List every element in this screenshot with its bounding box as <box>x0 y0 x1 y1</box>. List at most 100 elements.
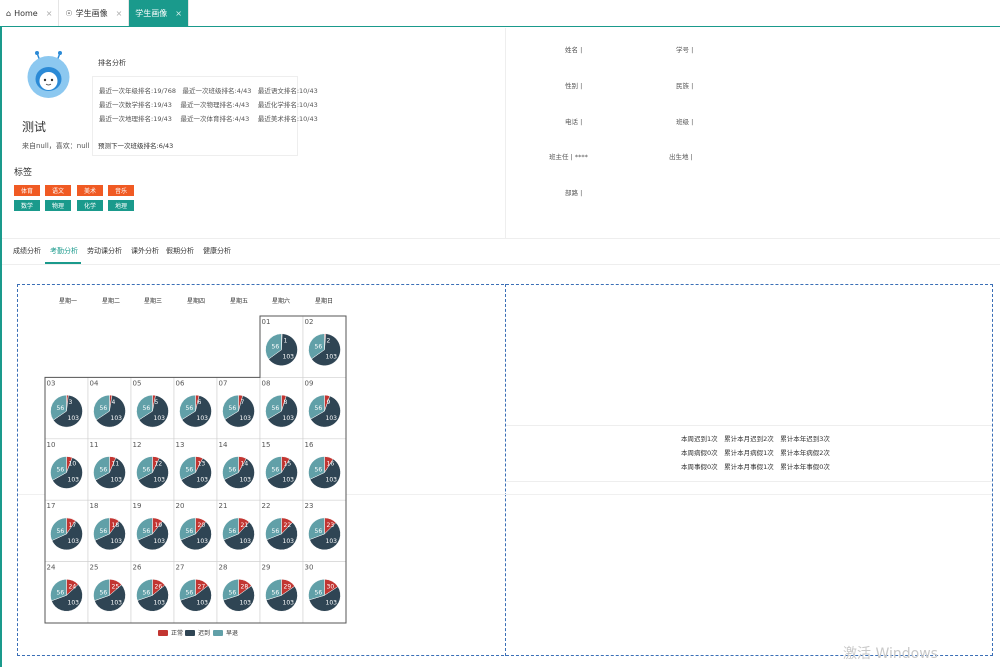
tag-chinese[interactable]: 语文 <box>45 185 71 196</box>
legend-label: 正常 <box>171 630 184 637</box>
info-head-teacher: 班主任 | **** <box>549 153 588 161</box>
pie-label-normal: 56 <box>57 405 65 412</box>
ranking-row: 最近一次数学排名:19/43 最近一次物理排名:4/43 最近化学排名:10/4… <box>99 101 318 109</box>
tag-music[interactable]: 音乐 <box>108 185 134 196</box>
calendar-day[interactable]: 04 56103 4 <box>87 377 132 440</box>
calendar-day-number: 21 <box>219 502 228 510</box>
close-icon[interactable]: × <box>175 9 182 18</box>
subtab-holiday[interactable]: 假期分析 <box>166 246 194 256</box>
pie-label-normal: 56 <box>229 467 237 474</box>
calendar-day[interactable]: 29 56103 29 <box>259 561 304 624</box>
pie-label-normal: 56 <box>100 467 108 474</box>
calendar-day[interactable]: 12 56103 12 <box>130 438 175 501</box>
calendar-day[interactable]: 15 56103 15 <box>259 438 304 501</box>
pie-label-absent: 4 <box>112 399 116 406</box>
tag-physics[interactable]: 物理 <box>45 200 71 211</box>
info-gender: 性别 | <box>565 82 583 90</box>
pie-label-late: 103 <box>283 477 295 484</box>
pie-label-absent: 15 <box>284 461 292 468</box>
calendar-day[interactable]: 10 56103 10 <box>44 438 89 501</box>
calendar-day[interactable]: 02 56103 2 <box>302 315 347 378</box>
subtab-labor[interactable]: 劳动课分析 <box>87 246 122 256</box>
calendar-day[interactable]: 17 56103 17 <box>44 499 89 562</box>
calendar-day[interactable]: 27 56103 27 <box>173 561 218 624</box>
calendar-day-number: 04 <box>90 379 99 387</box>
pie-label-late: 103 <box>240 415 252 422</box>
subtab-health[interactable]: 健康分析 <box>203 246 231 256</box>
calendar-day[interactable]: 01 56103 1 <box>259 315 304 378</box>
tag-art[interactable]: 美术 <box>77 185 103 196</box>
calendar-day-number: 25 <box>90 564 99 572</box>
subtab-extracurricular[interactable]: 课外分析 <box>131 246 159 256</box>
legend-item-late[interactable]: 迟到 <box>185 628 210 637</box>
subtab-grades[interactable]: 成绩分析 <box>13 246 41 256</box>
calendar-day[interactable]: 22 56103 22 <box>259 499 304 562</box>
tag-geography[interactable]: 地理 <box>108 200 134 211</box>
calendar-day[interactable]: 30 56103 30 <box>302 561 347 624</box>
calendar-day[interactable]: 11 56103 11 <box>87 438 132 501</box>
calendar-day[interactable]: 06 56103 6 <box>173 377 218 440</box>
calendar-day-number: 07 <box>219 379 228 387</box>
subtab-divider <box>2 264 1000 265</box>
calendar-day[interactable]: 21 56103 21 <box>216 499 261 562</box>
calendar-day[interactable]: 26 56103 26 <box>130 561 175 624</box>
tag-math[interactable]: 数学 <box>14 200 40 211</box>
student-source: 来自null，喜欢：null <box>22 142 90 150</box>
weekday-wed: 星期三 <box>143 298 162 305</box>
pie-label-normal: 56 <box>57 467 65 474</box>
legend-swatch <box>185 629 195 636</box>
legend-item-normal[interactable]: 正常 <box>158 628 183 637</box>
tab-home[interactable]: ⌂ Home × <box>0 0 60 26</box>
legend-item-early-leave[interactable]: 早退 <box>213 628 238 637</box>
close-icon[interactable]: × <box>46 9 53 18</box>
pie-label-late: 103 <box>68 538 80 545</box>
pie-label-normal: 56 <box>186 528 194 535</box>
pie-label-late: 103 <box>326 477 338 484</box>
ranking-row: 最近一次地理排名:19/43 最近一次体育排名:4/43 最近美术排名:10/4… <box>99 115 318 123</box>
subtab-attendance[interactable]: 考勤分析 <box>50 246 78 256</box>
calendar-day[interactable]: 07 56103 7 <box>216 377 261 440</box>
calendar-day[interactable]: 18 56103 18 <box>87 499 132 562</box>
close-icon[interactable]: × <box>116 9 123 18</box>
calendar-day-number: 30 <box>305 564 314 572</box>
tab-student-profile-1[interactable]: ☉ 学生画像 × <box>59 0 130 26</box>
pie-label-absent: 23 <box>327 522 335 529</box>
stat-sick-leave: 本周病假0次 累计本月病假1次 累计本年病假2次 <box>681 449 830 457</box>
calendar-day[interactable]: 13 56103 13 <box>173 438 218 501</box>
calendar-day[interactable]: 25 56103 25 <box>87 561 132 624</box>
calendar-day-number: 09 <box>305 379 314 387</box>
calendar-day[interactable]: 28 56103 28 <box>216 561 261 624</box>
info-student-id: 学号 | <box>676 46 694 54</box>
pie-label-normal: 56 <box>100 405 108 412</box>
info-class: 班级 | <box>676 118 694 126</box>
calendar-day[interactable]: 03 56103 3 <box>44 377 89 440</box>
calendar-day[interactable]: 14 56103 14 <box>216 438 261 501</box>
pie-label-absent: 16 <box>327 461 335 468</box>
pie-label-normal: 56 <box>272 589 280 596</box>
calendar-day[interactable]: 19 56103 19 <box>130 499 175 562</box>
calendar-day-number: 01 <box>262 318 271 326</box>
pie-label-normal: 56 <box>143 528 151 535</box>
calendar-day[interactable]: 24 56103 24 <box>44 561 89 624</box>
tag-chemistry[interactable]: 化学 <box>77 200 103 211</box>
calendar-day[interactable]: 08 56103 8 <box>259 377 304 440</box>
legend-label: 迟到 <box>198 630 211 637</box>
pie-label-normal: 56 <box>272 344 280 351</box>
pie-label-normal: 56 <box>315 467 323 474</box>
calendar-day[interactable]: 09 56103 9 <box>302 377 347 440</box>
calendar-day[interactable]: 16 56103 16 <box>302 438 347 501</box>
calendar-day[interactable]: 05 56103 5 <box>130 377 175 440</box>
calendar-day-number: 17 <box>47 502 56 510</box>
tag-sports[interactable]: 体育 <box>14 185 40 196</box>
calendar-day-number: 28 <box>219 564 228 572</box>
calendar-day-number: 20 <box>176 502 185 510</box>
tab-student-profile-2[interactable]: 学生画像 × <box>129 0 189 26</box>
dashboard-icon: ☉ <box>65 8 73 18</box>
weekday-mon: 星期一 <box>58 298 77 305</box>
pie-label-late: 103 <box>197 415 209 422</box>
legend-label: 早退 <box>226 630 239 637</box>
calendar-day[interactable]: 20 56103 20 <box>173 499 218 562</box>
calendar-day-number: 16 <box>305 441 314 449</box>
calendar-day[interactable]: 23 56103 23 <box>302 499 347 562</box>
info-birthplace: 出生地 | <box>669 153 693 161</box>
